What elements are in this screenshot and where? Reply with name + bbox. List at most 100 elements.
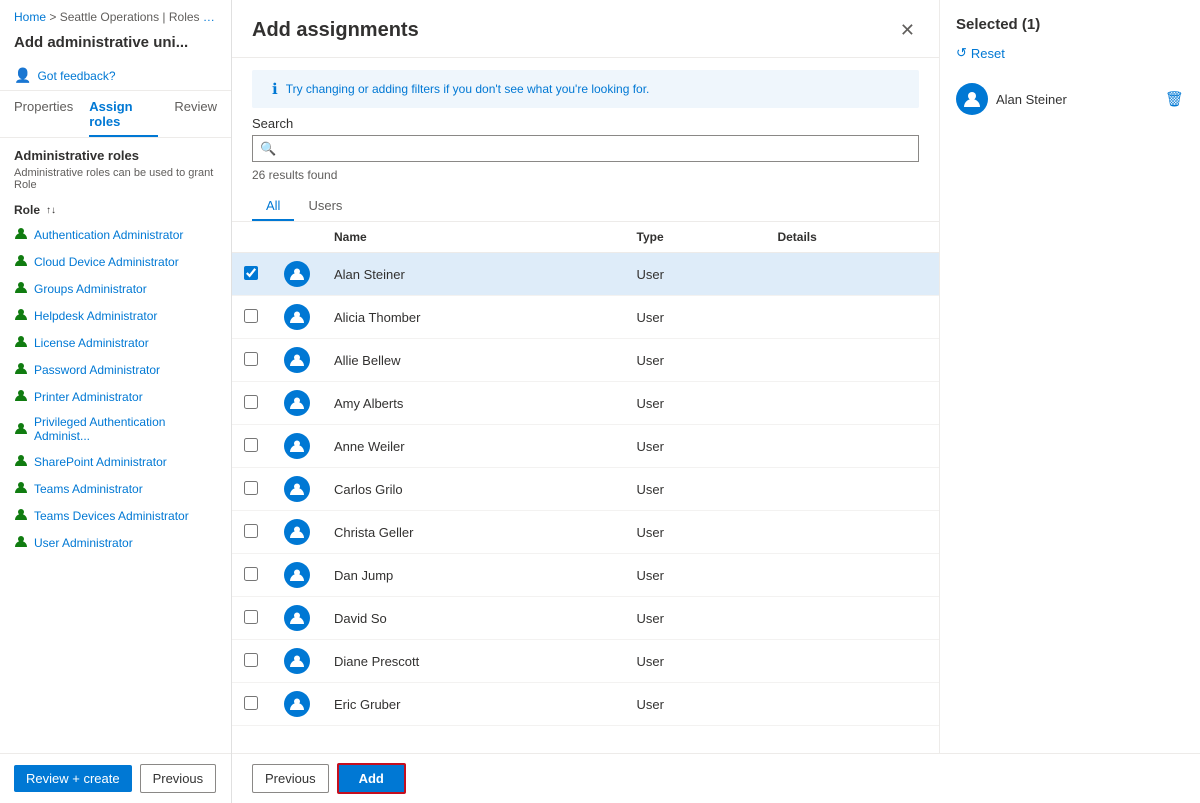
- avatar: [284, 347, 310, 373]
- col-type: Type: [625, 222, 766, 253]
- delete-user-button[interactable]: 🗑: [1165, 90, 1184, 108]
- breadcrumb: Home > Seattle Operations | Roles and...: [0, 0, 231, 30]
- row-checkbox[interactable]: [244, 266, 258, 280]
- role-icon: [14, 226, 28, 243]
- role-item[interactable]: SharePoint Administrator: [14, 448, 217, 475]
- role-icon: [14, 280, 28, 297]
- admin-roles-title: Administrative roles: [14, 148, 217, 163]
- col-checkbox: [232, 222, 272, 253]
- role-item[interactable]: Groups Administrator: [14, 275, 217, 302]
- role-item[interactable]: Password Administrator: [14, 356, 217, 383]
- row-checkbox[interactable]: [244, 309, 258, 323]
- user-name-cell: Diane Prescott: [322, 640, 625, 683]
- role-item[interactable]: Printer Administrator: [14, 383, 217, 410]
- role-icon: [14, 453, 28, 470]
- sort-icon: ↑↓: [46, 205, 56, 216]
- role-icon: [14, 388, 28, 405]
- feedback-bar[interactable]: 👤 Got feedback?: [0, 61, 231, 91]
- table-row: David SoUser: [232, 597, 939, 640]
- user-type-cell: User: [625, 511, 766, 554]
- table-row: Eric GruberUser: [232, 683, 939, 726]
- results-count: 26 results found: [252, 168, 919, 182]
- selected-user-name: Alan Steiner: [996, 92, 1067, 107]
- role-item[interactable]: Helpdesk Administrator: [14, 302, 217, 329]
- row-checkbox[interactable]: [244, 567, 258, 581]
- role-list: Authentication Administrator Cloud Devic…: [14, 221, 217, 556]
- user-icon-cell: [272, 511, 322, 554]
- trash-icon: 🗑: [1165, 91, 1184, 108]
- user-name-cell: Anne Weiler: [322, 425, 625, 468]
- col-details: Details: [765, 222, 939, 253]
- previous-button-left[interactable]: Previous: [140, 764, 217, 793]
- row-checkbox[interactable]: [244, 696, 258, 710]
- user-icon-cell: [272, 597, 322, 640]
- user-name-cell: Alan Steiner: [322, 253, 625, 296]
- role-item[interactable]: Authentication Administrator: [14, 221, 217, 248]
- add-button[interactable]: Add: [337, 763, 406, 794]
- search-label: Search: [252, 116, 919, 131]
- col-name[interactable]: Name: [322, 222, 625, 253]
- selected-title: Selected (1): [956, 16, 1040, 33]
- previous-button-modal[interactable]: Previous: [252, 764, 329, 793]
- row-checkbox[interactable]: [244, 610, 258, 624]
- breadcrumb-separator: >: [49, 10, 59, 24]
- row-checkbox[interactable]: [244, 352, 258, 366]
- role-item[interactable]: Cloud Device Administrator: [14, 248, 217, 275]
- admin-roles-desc: Administrative roles can be used to gran…: [14, 167, 217, 191]
- modal-info-bar: ℹ Try changing or adding filters if you …: [252, 70, 919, 108]
- modal-header: Add assignments ✕: [232, 0, 939, 58]
- breadcrumb-home[interactable]: Home: [14, 10, 46, 24]
- user-details-cell: [765, 339, 939, 382]
- role-item[interactable]: User Administrator: [14, 529, 217, 556]
- user-type-cell: User: [625, 296, 766, 339]
- user-icon-cell: [272, 253, 322, 296]
- user-type-cell: User: [625, 640, 766, 683]
- user-icon-cell: [272, 554, 322, 597]
- row-checkbox[interactable]: [244, 481, 258, 495]
- role-item[interactable]: Teams Devices Administrator: [14, 502, 217, 529]
- user-type-cell: User: [625, 339, 766, 382]
- avatar: [284, 562, 310, 588]
- info-text: Try changing or adding filters if you do…: [286, 82, 650, 96]
- selected-user-info: Alan Steiner: [956, 83, 1067, 115]
- user-type-cell: User: [625, 554, 766, 597]
- close-button[interactable]: ✕: [896, 16, 919, 45]
- search-input[interactable]: [252, 135, 919, 162]
- admin-roles-section: Administrative roles Administrative role…: [0, 138, 231, 562]
- filter-tab-users[interactable]: Users: [294, 190, 356, 221]
- user-icon-cell: [272, 425, 322, 468]
- tab-assign-roles[interactable]: Assign roles: [89, 91, 158, 137]
- search-icon: 🔍: [260, 141, 276, 157]
- reset-button[interactable]: ↺ Reset: [956, 45, 1184, 61]
- avatar: [284, 691, 310, 717]
- tab-review[interactable]: Review: [174, 91, 217, 137]
- table-row: Alicia ThomberUser: [232, 296, 939, 339]
- table-body: Alan SteinerUserAlicia ThomberUserAllie …: [232, 253, 939, 726]
- table-row: Christa GellerUser: [232, 511, 939, 554]
- row-checkbox[interactable]: [244, 438, 258, 452]
- role-item[interactable]: License Administrator: [14, 329, 217, 356]
- role-icon: [14, 307, 28, 324]
- user-details-cell: [765, 683, 939, 726]
- role-item[interactable]: Teams Administrator: [14, 475, 217, 502]
- row-checkbox[interactable]: [244, 653, 258, 667]
- user-icon-cell: [272, 640, 322, 683]
- tab-properties[interactable]: Properties: [14, 91, 73, 137]
- row-checkbox[interactable]: [244, 395, 258, 409]
- table-row: Anne WeilerUser: [232, 425, 939, 468]
- user-icon-cell: [272, 339, 322, 382]
- role-item[interactable]: Privileged Authentication Administ...: [14, 410, 217, 448]
- user-type-cell: User: [625, 253, 766, 296]
- review-create-button[interactable]: Review + create: [14, 765, 132, 792]
- user-details-cell: [765, 382, 939, 425]
- row-checkbox[interactable]: [244, 524, 258, 538]
- user-details-cell: [765, 640, 939, 683]
- selected-user-item: Alan Steiner 🗑: [956, 77, 1184, 121]
- reset-icon: ↺: [956, 45, 967, 61]
- modal-bottom-bar: Previous Add: [232, 753, 1200, 803]
- left-bottom-bar: Review + create Previous: [0, 753, 232, 803]
- avatar: [284, 304, 310, 330]
- avatar: [284, 476, 310, 502]
- table-row: Carlos GriloUser: [232, 468, 939, 511]
- filter-tab-all[interactable]: All: [252, 190, 294, 221]
